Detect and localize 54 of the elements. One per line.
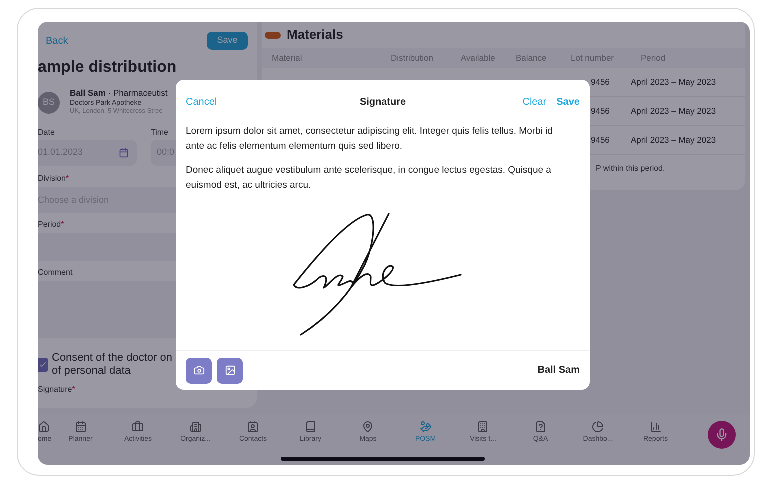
hand-coins-icon	[420, 421, 432, 433]
column-header: Distribution	[391, 52, 435, 64]
contact-card-icon	[247, 421, 260, 433]
dialog-save-button[interactable]: Save	[556, 94, 580, 110]
building-icon	[190, 421, 202, 433]
back-button[interactable]: Back	[38, 34, 68, 48]
column-header: Balance	[516, 52, 548, 64]
cancel-button[interactable]: Cancel	[186, 94, 276, 110]
home-icon	[38, 421, 50, 433]
column-header: Material	[272, 52, 304, 64]
table-cell: April 2023 – May 2023	[631, 134, 716, 146]
date-label: Date	[38, 129, 55, 137]
table-cell-text: 9456	[591, 104, 611, 118]
book-icon	[304, 421, 317, 433]
table-cell-text: 9456	[591, 134, 611, 146]
table-cell: April 2023 – May 2023	[631, 104, 716, 118]
consent-text: Consent of the doctor on	[52, 352, 172, 365]
division-label: Division*	[38, 175, 70, 183]
consent-checkbox[interactable]	[38, 358, 48, 372]
table-cell-text: 9456	[591, 76, 611, 88]
signature-label: Signature*	[38, 386, 76, 394]
microphone-button[interactable]	[708, 421, 736, 449]
camera-icon	[194, 365, 204, 376]
period-label: Period*	[38, 221, 64, 229]
save-button[interactable]: Save	[207, 32, 248, 50]
dialog-paragraph: Lorem ipsum dolor sit amet, consectetur adipiscing elit. Integer quis felis tellus. Morbi id ante ac felis elementum elementum quis sed libero.	[186, 125, 554, 154]
column-header: Period	[641, 52, 667, 64]
page-title: ample distribution	[38, 60, 178, 76]
column-header: Lot number	[571, 52, 615, 64]
microphone-icon	[715, 428, 729, 442]
bar-chart-icon	[650, 421, 662, 433]
clear-button[interactable]: Clear	[522, 94, 547, 110]
materials-tag-icon	[265, 32, 281, 38]
column-header: Available	[461, 52, 496, 64]
briefcase-icon	[132, 421, 144, 433]
consent-text: of personal data	[52, 365, 132, 378]
calendar-icon	[119, 148, 129, 158]
comment-label: Comment	[38, 269, 73, 277]
gallery-button[interactable]	[217, 358, 243, 384]
materials-title: Materials	[287, 26, 344, 44]
map-pin-icon	[362, 421, 374, 433]
avatar: BS	[38, 92, 60, 114]
check-icon	[39, 361, 47, 369]
period-note: P within this period.	[596, 162, 666, 174]
pie-chart-icon	[592, 421, 604, 433]
calendar-icon	[74, 421, 87, 433]
signer-name: Ball Sam	[538, 364, 580, 378]
document-question-icon	[534, 421, 547, 433]
camera-button[interactable]	[186, 358, 212, 384]
contact-name: Ball Sam · Pharmaceutist	[70, 89, 168, 98]
image-icon	[224, 365, 236, 376]
time-label: Time	[151, 129, 168, 137]
table-cell: April 2023 – May 2023	[631, 76, 716, 88]
dialog-title: Signature	[358, 96, 408, 110]
